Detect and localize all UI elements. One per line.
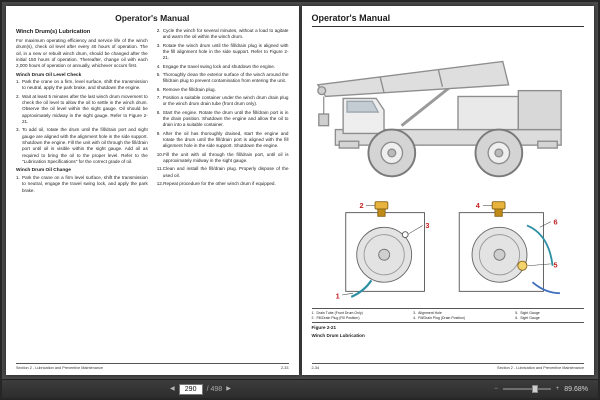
previous-page-button[interactable]: ◀: [170, 386, 175, 392]
list-item: 12. Repeat procedure for the other winch…: [156, 180, 276, 186]
section-heading: Winch Drum(s) Lubrication: [16, 29, 91, 35]
zoom-out-button[interactable]: −: [494, 386, 498, 392]
callout-6: 6: [553, 218, 557, 227]
footer-page-number: 2-33: [280, 366, 289, 370]
list-item: 1. Park the crane on a firm level surfac…: [16, 174, 148, 193]
page-total-label: / 498: [206, 385, 223, 393]
legend-item: 3. Alignment Hole: [413, 311, 442, 315]
zoom-in-button[interactable]: +: [556, 386, 560, 392]
list-item: 6. Remove the fill/drain plug.: [156, 86, 216, 92]
document-pages: Operator's Manual Winch Drum(s) Lubricat…: [2, 2, 598, 379]
next-page-button[interactable]: ▶: [226, 386, 231, 392]
page-title: Operator's Manual: [115, 13, 190, 23]
callout-5: 5: [553, 261, 557, 270]
legend-item: 6. Sight Gauge: [515, 316, 540, 320]
legend-item: 4. Fill/Drain Plug (Drain Position): [413, 316, 465, 320]
zoom-slider-thumb[interactable]: [531, 385, 538, 393]
page-navigation: ◀ / 498 ▶: [170, 383, 231, 395]
list-item: 8. Start the engine. Rotate the drum unt…: [156, 109, 289, 128]
viewer-toolbar: ◀ / 498 ▶ − + 89.68%: [2, 379, 598, 398]
legend-item: 5. Sight Gauge: [515, 311, 540, 315]
sub-heading-oil-change: Winch Drum Oil Change: [16, 168, 71, 174]
page-footer: Section 2 - Lubrication and Preventive M…: [16, 363, 289, 370]
zoom-level: 89.68%: [564, 385, 588, 393]
list-item: 10. Fill the unit with oil through the f…: [156, 151, 289, 163]
legend-item: 1. Drain Tube (Front Drum Only): [311, 311, 363, 315]
figure-area: 1 2 3 4 6 5 1. Drain Tube (Front Drum On…: [311, 30, 584, 360]
list-item: 4. Engage the travel swing lock and shut…: [156, 63, 276, 69]
list-item: 1. Park the crane on a firm, level surfa…: [16, 79, 148, 91]
crane-illustration: [316, 60, 562, 178]
page-number-input[interactable]: [178, 383, 203, 395]
figure-caption: Winch Drum Lubrication: [311, 332, 365, 338]
footer-section-label: Section 2 - Lubrication and Preventive M…: [16, 366, 103, 370]
footer-section-label: Section 2 - Lubrication and Preventive M…: [497, 366, 584, 370]
callout-4: 4: [475, 201, 480, 210]
list-item: 5. Thoroughly clean the exterior surface…: [156, 71, 289, 84]
footer-page-number: 2-34: [311, 366, 320, 370]
pdf-viewer: Operator's Manual Winch Drum(s) Lubricat…: [0, 0, 600, 400]
figure-number: Figure 2-21: [311, 325, 337, 330]
winch-drum-lubrication-diagram: 1 2 3 4 6 5: [335, 201, 560, 301]
zoom-slider[interactable]: [502, 385, 551, 393]
list-item: 9. After the oil has thoroughly drained,…: [156, 130, 289, 149]
list-item: 3. To add oil, rotate the drum until the…: [16, 127, 148, 165]
page-footer: 2-34 Section 2 - Lubrication and Prevent…: [311, 363, 584, 370]
page-right: Operator's Manual 1 2 3 4 6 5 1. Drain T…: [301, 6, 594, 375]
page-left: Operator's Manual Winch Drum(s) Lubricat…: [6, 6, 299, 375]
list-item: 7. Position a suitable container under t…: [156, 94, 289, 107]
left-column: Winch Drum(s) Lubrication For maximum op…: [16, 28, 148, 360]
legend-item: 2. Fill/Drain Plug (Fill Position): [311, 316, 360, 320]
right-column: 2. Cycle the winch for several minutes, …: [157, 28, 289, 360]
callout-1: 1: [335, 292, 339, 301]
page-title: Operator's Manual: [311, 13, 584, 27]
zoom-controls: − + 89.68%: [494, 385, 588, 393]
callout-3: 3: [425, 221, 429, 230]
figure-legend: 1. Drain Tube (Front Drum Only) 2. Fill/…: [311, 308, 584, 323]
list-item: 2. Wait at least 5 minutes after the las…: [16, 93, 148, 125]
callout-2: 2: [359, 201, 363, 210]
list-item: 3. Rotate the winch drum until the fill/…: [156, 42, 289, 61]
list-item: 2. Cycle the winch for several minutes, …: [156, 28, 289, 40]
intro-paragraph: For maximum operating efficiency and ser…: [16, 38, 148, 69]
list-item: 11. Clean and install the fill/drain plu…: [156, 166, 289, 178]
sub-heading-oil-level-check: Winch Drum Oil Level Check: [16, 72, 82, 78]
